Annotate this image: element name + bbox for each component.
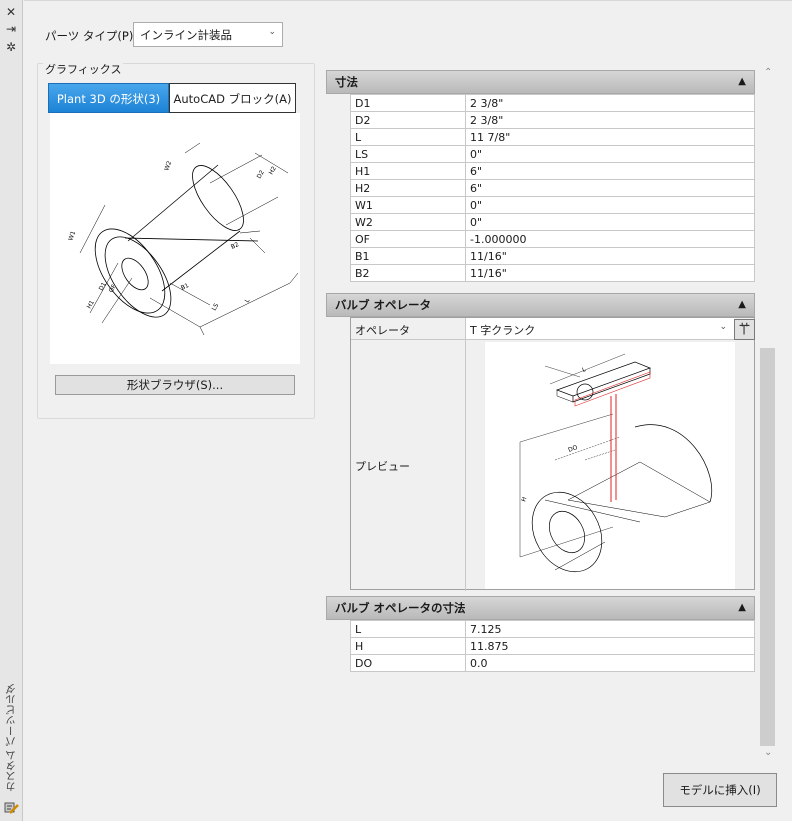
section-operator-dimensions-title: バルブ オペレータの寸法 xyxy=(335,601,466,615)
property-name: DO xyxy=(350,654,466,672)
property-value[interactable]: 0.0 xyxy=(465,654,755,672)
property-name: W1 xyxy=(350,196,466,214)
property-name: H1 xyxy=(350,162,466,180)
op-label-L: L xyxy=(581,366,587,374)
label-H1: H1 xyxy=(86,299,96,310)
chevron-down-icon: ⌄ xyxy=(268,27,276,37)
property-value[interactable]: 11/16" xyxy=(465,264,755,282)
collapse-icon[interactable]: ▲ xyxy=(738,71,746,93)
grid-row[interactable]: LS 0" xyxy=(350,145,755,163)
section-dimensions-title: 寸法 xyxy=(335,75,358,89)
shape-preview-drawing: W1 W2 D1 D2 H1 H2 OF B1 B2 LS L xyxy=(50,113,300,364)
settings-icon[interactable]: ✲ xyxy=(4,40,18,54)
section-dimensions-header[interactable]: 寸法 ▲ xyxy=(326,70,755,94)
grid-row[interactable]: W1 0" xyxy=(350,196,755,214)
label-B2: B2 xyxy=(230,241,240,251)
scroll-up-icon[interactable]: ⌃ xyxy=(764,67,772,78)
op-label-DO: DO xyxy=(567,444,578,454)
property-name: OF xyxy=(350,230,466,248)
property-value[interactable]: 11/16" xyxy=(465,247,755,265)
collapse-icon[interactable]: ▲ xyxy=(738,294,746,316)
property-value[interactable]: 0" xyxy=(465,145,755,163)
label-B1: B1 xyxy=(180,282,190,292)
grid-row[interactable]: L 11 7/8" xyxy=(350,128,755,146)
dimensions-grid: D1 2 3/8" D2 2 3/8" L 11 7/8" LS 0" H1 6" H2 6" W1 0"… xyxy=(350,94,755,282)
property-name: L xyxy=(350,620,466,638)
operator-value: T 字クランク xyxy=(470,324,536,337)
grid-row[interactable]: D2 2 3/8" xyxy=(350,111,755,129)
app-logo-icon xyxy=(4,802,19,814)
property-value[interactable]: 2 3/8" xyxy=(465,111,755,129)
property-name: L xyxy=(350,128,466,146)
part-type-value: インライン計装品 xyxy=(140,28,232,42)
section-valve-operator-title: バルブ オペレータ xyxy=(335,298,432,312)
operator-label: オペレータ xyxy=(351,318,466,340)
scrollbar-thumb[interactable] xyxy=(760,348,775,746)
tab-plant3d-shape[interactable]: Plant 3D の形状(3) xyxy=(48,83,169,113)
main-panel: パーツ タイプ(P): インライン計装品 ⌄ グラフィックス Plant 3D … xyxy=(24,0,792,821)
grid-row[interactable]: W2 0" xyxy=(350,213,755,231)
property-name: B2 xyxy=(350,264,466,282)
property-value[interactable]: 7.125 xyxy=(465,620,755,638)
grid-row[interactable]: L 7.125 xyxy=(350,620,755,638)
property-name: H2 xyxy=(350,179,466,197)
property-value[interactable]: -1.000000 xyxy=(465,230,755,248)
close-icon[interactable]: ✕ xyxy=(4,5,18,19)
label-W1: W1 xyxy=(67,230,77,242)
grid-row[interactable]: B1 11/16" xyxy=(350,247,755,265)
operator-dimensions-grid: L 7.125 H 11.875 DO 0.0 xyxy=(350,620,755,672)
property-name: D1 xyxy=(350,94,466,112)
label-OF: OF xyxy=(108,283,118,294)
shape-browser-button[interactable]: 形状ブラウザ(S)... xyxy=(55,375,295,395)
preview-label: プレビュー xyxy=(355,460,410,473)
grid-row[interactable]: B2 11/16" xyxy=(350,264,755,282)
label-L: L xyxy=(244,297,252,304)
scroll-down-icon[interactable]: ⌄ xyxy=(764,747,772,758)
grid-row[interactable]: H 11.875 xyxy=(350,637,755,655)
label-LS: LS xyxy=(211,302,221,312)
collapse-icon[interactable]: ▲ xyxy=(738,597,746,619)
insert-model-button[interactable]: モデルに挿入(I) xyxy=(663,773,777,807)
property-value[interactable]: 11 7/8" xyxy=(465,128,755,146)
autohide-icon[interactable]: ⇥ xyxy=(4,22,18,36)
property-name: B1 xyxy=(350,247,466,265)
property-value[interactable]: 0" xyxy=(465,196,755,214)
tab-autocad-block[interactable]: AutoCAD ブロック(A) xyxy=(169,83,296,113)
preview-label-cell: プレビュー xyxy=(351,340,466,591)
grid-row[interactable]: D1 2 3/8" xyxy=(350,94,755,112)
palette-strip: ✕ ⇥ ✲ カスタム パーツビルダ xyxy=(0,0,23,821)
property-name: W2 xyxy=(350,213,466,231)
property-value[interactable]: 6" xyxy=(465,162,755,180)
grid-row[interactable]: OF -1.000000 xyxy=(350,230,755,248)
part-type-label: パーツ タイプ(P): xyxy=(45,29,138,43)
property-value[interactable]: 6" xyxy=(465,179,755,197)
property-value[interactable]: 2 3/8" xyxy=(465,94,755,112)
operator-pick-button[interactable] xyxy=(734,319,755,340)
chevron-down-icon: ⌄ xyxy=(719,322,727,332)
section-valve-operator-header[interactable]: バルブ オペレータ ▲ xyxy=(326,293,755,317)
property-name: LS xyxy=(350,145,466,163)
valve-operator-grid: オペレータ T 字クランク ⌄ プレビュー L DO H xyxy=(350,317,755,591)
wrench-icon xyxy=(739,322,750,335)
op-label-H: H xyxy=(520,496,528,503)
grid-row[interactable]: H1 6" xyxy=(350,162,755,180)
property-value[interactable]: 11.875 xyxy=(465,637,755,655)
part-type-dropdown[interactable]: インライン計装品 ⌄ xyxy=(133,22,283,47)
label-W2: W2 xyxy=(163,160,173,172)
property-name: D2 xyxy=(350,111,466,129)
section-operator-dimensions-header[interactable]: バルブ オペレータの寸法 ▲ xyxy=(326,596,755,620)
palette-title: カスタム パーツビルダ xyxy=(5,683,17,792)
operator-preview-drawing: L DO H xyxy=(485,342,735,589)
operator-dropdown[interactable]: T 字クランク ⌄ xyxy=(466,318,735,340)
graphics-group-title: グラフィックス xyxy=(43,61,124,77)
property-value[interactable]: 0" xyxy=(465,213,755,231)
label-D2: D2 xyxy=(256,169,266,180)
grid-row[interactable]: DO 0.0 xyxy=(350,654,755,672)
grid-row[interactable]: H2 6" xyxy=(350,179,755,197)
property-name: H xyxy=(350,637,466,655)
label-H2: H2 xyxy=(268,165,278,176)
